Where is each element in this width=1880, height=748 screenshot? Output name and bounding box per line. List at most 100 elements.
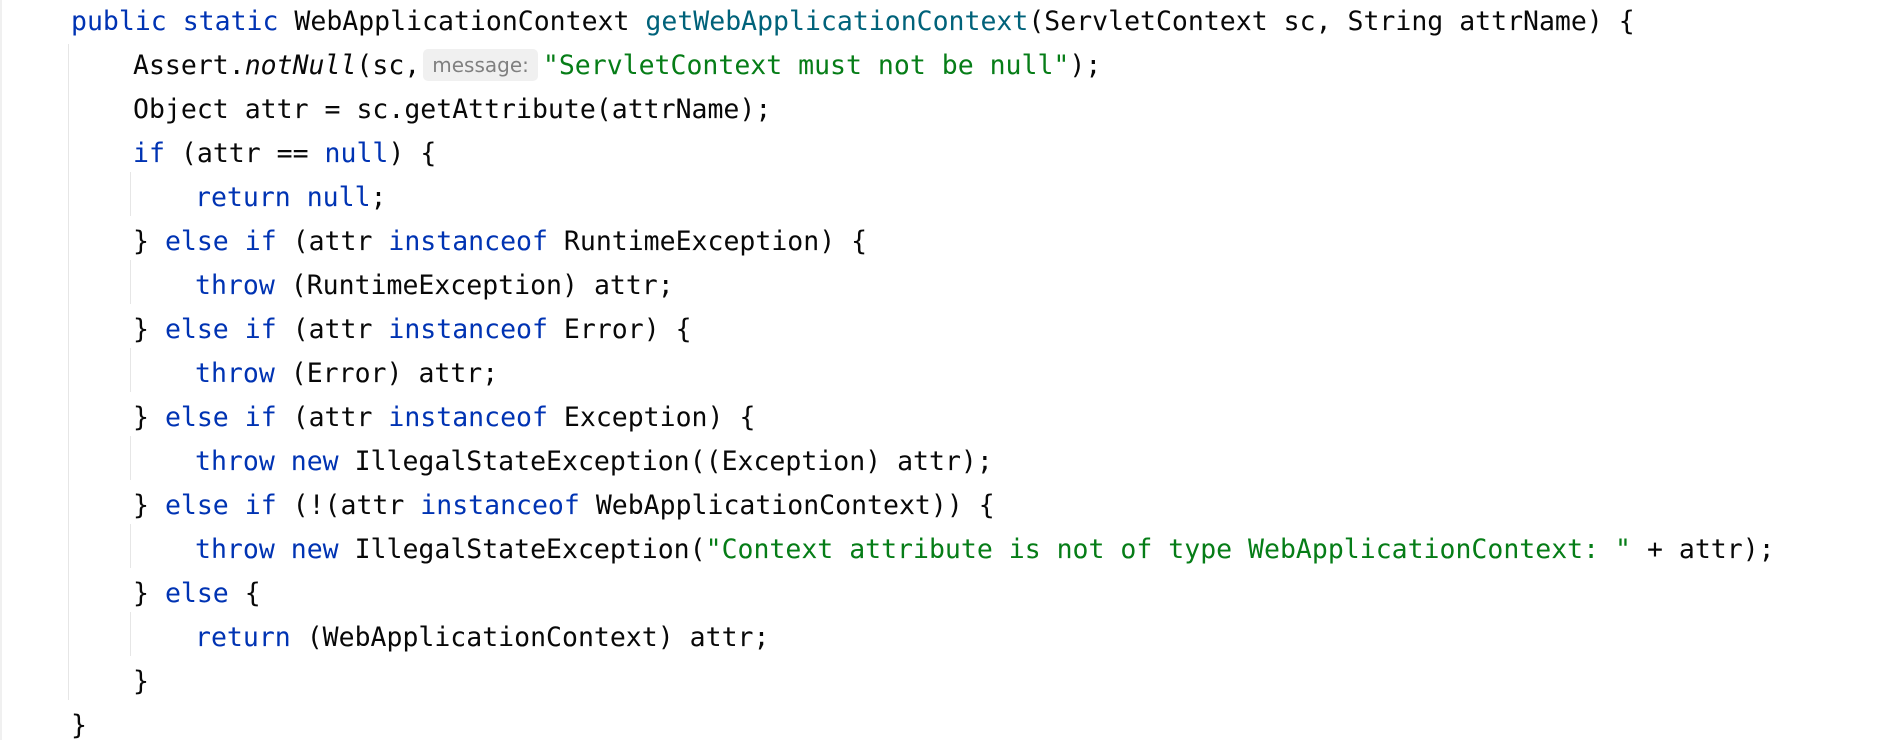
identifier: attr (418, 358, 483, 389)
identifier: attrName (1459, 6, 1587, 37)
code-line[interactable]: } (71, 704, 87, 748)
code-line[interactable]: return null; (195, 176, 387, 220)
punctuation: { (244, 578, 261, 609)
indent-guide-else-if-exception (130, 436, 131, 480)
code-line[interactable]: } else if (attr instanceof Error) { (133, 308, 692, 352)
code-line[interactable]: throw new IllegalStateException((Excepti… (195, 440, 993, 484)
punctuation: ( (306, 622, 323, 653)
punctuation: } (71, 710, 87, 741)
punctuation: { (420, 138, 437, 169)
punctuation: ; (657, 270, 674, 301)
identifier: attr (196, 138, 261, 169)
keyword: if (244, 226, 277, 257)
punctuation: { (1618, 6, 1635, 37)
code-line[interactable]: } else if (attr instanceof RuntimeExcept… (133, 220, 867, 264)
keyword: if (244, 402, 277, 433)
identifier: attr (593, 270, 658, 301)
punctuation: ) (388, 138, 405, 169)
punctuation: ) (819, 226, 836, 257)
identifier: attr (1678, 534, 1743, 565)
identifier: sc (356, 94, 389, 125)
punctuation: ( (356, 50, 373, 81)
keyword: new (290, 534, 339, 565)
keyword: else (164, 314, 229, 345)
punctuation: . (228, 50, 245, 81)
keyword: throw (195, 270, 275, 301)
identifier: IllegalStateException (354, 446, 690, 477)
keyword: throw (195, 534, 275, 565)
identifier: RuntimeException (306, 270, 562, 301)
keyword: public (71, 6, 167, 37)
identifier: Object (133, 94, 229, 125)
punctuation: ; (370, 182, 387, 213)
identifier: WebApplicationContext (294, 6, 630, 37)
identifier: RuntimeException (563, 226, 820, 257)
indent-guide-else-if-context (130, 524, 131, 568)
identifier: attr (897, 446, 961, 477)
identifier: Exception (563, 402, 708, 433)
identifier: attr (244, 94, 309, 125)
code-area[interactable]: public static WebApplicationContext getW… (2, 0, 1775, 741)
code-editor[interactable]: public static WebApplicationContext getW… (0, 0, 1880, 741)
indent-guide-method (68, 44, 69, 700)
code-line[interactable]: } else { (133, 572, 261, 616)
punctuation: . (388, 94, 405, 125)
punctuation: { (739, 402, 756, 433)
identifier: attrName (611, 94, 740, 125)
code-line[interactable]: if (attr == null) { (133, 132, 436, 176)
punctuation: } (133, 226, 149, 257)
punctuation: } (133, 666, 149, 697)
identifier: getAttribute (404, 94, 596, 125)
code-line[interactable]: } else if (!(attr instanceof WebApplicat… (133, 484, 995, 528)
punctuation: ) (865, 446, 882, 477)
keyword: if (133, 138, 165, 169)
code-line[interactable]: } else if (attr instanceof Exception) { (133, 396, 755, 440)
code-line[interactable]: Object attr = sc.getAttribute(attrName); (133, 88, 771, 132)
code-line[interactable]: throw new IllegalStateException("Context… (195, 528, 1775, 572)
indent-guide-else (130, 612, 131, 656)
punctuation: ) (562, 270, 578, 301)
keyword: null (306, 182, 371, 213)
identifier: attr (308, 402, 373, 433)
code-line[interactable]: return (WebApplicationContext) attr; (195, 616, 769, 660)
punctuation: ( (290, 358, 307, 389)
code-line[interactable]: } (133, 660, 149, 704)
code-line[interactable]: throw (RuntimeException) attr; (195, 264, 674, 308)
punctuation: + (1646, 534, 1663, 565)
code-line[interactable]: Assert.notNull(sc, message: "ServletContex… (133, 44, 1101, 88)
punctuation: { (978, 490, 995, 521)
punctuation: ( (1028, 6, 1045, 37)
punctuation: { (675, 314, 692, 345)
punctuation: ( (292, 402, 309, 433)
code-line[interactable]: throw (Error) attr; (195, 352, 498, 396)
punctuation: ( (689, 534, 706, 565)
keyword: throw (195, 446, 275, 477)
punctuation: , (1315, 6, 1332, 37)
identifier: attr (340, 490, 405, 521)
keyword: throw (195, 358, 275, 389)
code-line[interactable]: public static WebApplicationContext getW… (71, 0, 1635, 44)
